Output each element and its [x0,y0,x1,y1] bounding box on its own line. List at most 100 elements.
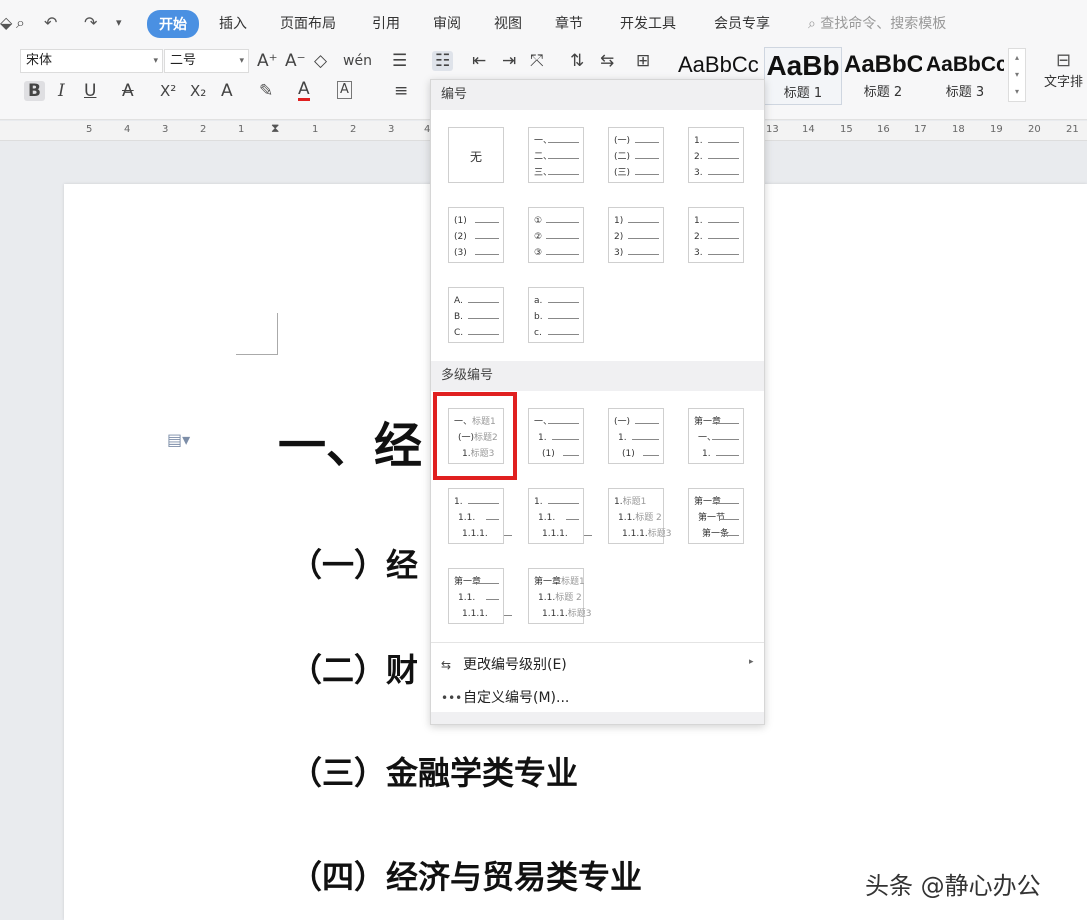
font-color-button[interactable]: A [298,81,310,101]
search-input[interactable]: 查找命令、搜索模板 [820,16,946,32]
multilevel-style-tile[interactable]: 1. 1.1. 1.1.1. [528,488,592,544]
highlight-icon[interactable]: ✎ [259,81,273,101]
text-layout-button[interactable]: ⊟ 文字排 [1044,50,1083,90]
tab-insert[interactable]: 插入 [219,13,247,33]
tile-rule [486,599,499,600]
tile-line: 2. [694,232,703,243]
heading-2[interactable]: （三）金融学类专业 [290,748,578,794]
numbering-style-tile[interactable]: 1. 2. 3. [688,207,744,263]
bullet-list-icon[interactable]: ☰ [392,51,407,71]
tab-chapter[interactable]: 章节 [555,13,583,33]
ruler-tick: 15 [840,124,853,135]
tile-number: 2. [694,232,703,242]
strikethrough-button[interactable]: A [122,81,134,101]
command-search[interactable]: ⌕ 查找命令、搜索模板 [808,13,946,33]
tile-line: 1.标题1 [614,497,646,508]
shrink-font-icon[interactable]: A⁻ [285,51,306,71]
heading-2[interactable]: （一）经 [290,540,418,586]
multilevel-style-tile[interactable]: 一、 1. (1) [528,408,584,464]
font-name-select[interactable]: 宋体 ▾ [20,49,163,73]
more-icon[interactable]: ▾ [116,16,122,29]
numbering-style-tile[interactable]: A. B. C. [448,287,504,343]
style-gallery-scroll[interactable]: ▴ ▾ ▾ [1008,48,1026,102]
tile-line: 1.1. [454,593,475,604]
text-effect-button[interactable]: A [221,81,233,101]
align-left-icon[interactable]: ≡ [394,81,408,101]
redo-icon[interactable]: ↷ [84,13,97,32]
tab-developer[interactable]: 开发工具 [620,13,676,33]
clear-format-icon[interactable]: ◇ [314,51,327,71]
tile-line: (1) [534,449,555,460]
numbering-none-tile[interactable]: 无 [448,127,504,183]
ruler-tick: 4 [124,124,131,135]
subscript-button[interactable]: X₂ [190,81,206,101]
tile-rule [548,174,579,175]
numbering-style-tile[interactable]: 1) 2) 3) [608,207,664,263]
ruler-tick: 16 [877,124,890,135]
font-size-select[interactable]: 二号 ▾ [164,49,249,73]
tile-number: 三、 [534,168,553,178]
tile-number: C. [454,328,464,338]
tile-rule [584,535,592,536]
tab-member[interactable]: 会员专享 [714,13,770,33]
tile-rule [708,254,739,255]
pinyin-guide-icon[interactable]: wén [343,51,372,71]
table-icon[interactable]: ⊞ [636,51,650,71]
heading-2[interactable]: （四）经济与贸易类专业 [290,852,642,898]
tile-rule [716,455,739,456]
numbering-style-tile[interactable]: (一) (二) (三) [608,127,664,183]
tile-rule [468,302,499,303]
multilevel-style-tile[interactable]: 第一章标题1 1.1.标题 2 1.1.1.标题3 [528,568,592,624]
custom-numbering-menu-item[interactable]: •••自定义编号(M)... [441,687,569,707]
tile-line: B. [454,312,463,323]
multilevel-style-tile[interactable]: (一) 1. (1) [608,408,664,464]
tile-number: 1.1.1. [622,529,648,539]
style-heading-1[interactable]: AaBb 标题 1 [764,47,842,105]
sort-icon[interactable]: ⇅ [570,51,584,71]
save-icon[interactable]: ⬙ [0,13,12,32]
tile-rule [635,423,659,424]
tile-rule [635,158,659,159]
tile-line: 1. [694,449,711,460]
multilevel-style-tile[interactable]: 第一章 1.1. 1.1.1. [448,568,512,624]
grow-font-icon[interactable]: A⁺ [257,51,278,71]
multilevel-style-tile[interactable]: 第一章 第一节 第一条 [688,488,744,544]
text-direction-icon[interactable]: ⤧ [530,51,544,71]
increase-indent-icon[interactable]: ⇥ [502,51,516,71]
heading-1[interactable]: 一、经 [278,406,422,476]
underline-button[interactable]: U [84,81,96,101]
tile-number: 1.1. [458,513,476,523]
print-preview-icon[interactable]: ⌕ [16,13,25,33]
heading-2[interactable]: （二）财 [290,645,418,691]
change-level-menu-item[interactable]: ⇆ 更改编号级别(E) [441,654,567,674]
tab-view[interactable]: 视图 [494,13,522,33]
char-border-button[interactable]: A [337,81,352,99]
multilevel-style-tile[interactable]: 第一章 一、 1. [688,408,744,464]
superscript-button[interactable]: X² [160,81,176,101]
paragraph-handle-icon[interactable]: ▤▾ [167,430,190,449]
tab-page-layout[interactable]: 页面布局 [280,13,336,33]
style-heading-3[interactable]: AaBbCc 标题 3 [926,47,1004,105]
tile-number: ② [534,232,543,242]
numbering-style-tile[interactable]: 1. 2. 3. [688,127,744,183]
numbering-style-tile[interactable]: a. b. c. [528,287,584,343]
multilevel-style-tile[interactable]: 1. 1.1. 1.1.1. [448,488,512,544]
numbering-style-tile[interactable]: ① ② ③ [528,207,584,263]
numbered-list-icon[interactable]: ☷ [432,51,454,71]
bold-button[interactable]: B [24,81,45,101]
undo-icon[interactable]: ↶ [44,13,57,32]
tab-references[interactable]: 引用 [372,13,400,33]
style-preview: AaBbCc [926,53,1004,76]
decrease-indent-icon[interactable]: ⇤ [472,51,486,71]
numbering-style-tile[interactable]: 一、 二、 三、 [528,127,584,183]
multilevel-style-tile[interactable]: 1.标题1 1.1.标题 2 1.1.1.标题3 [608,488,672,544]
tab-home[interactable]: 开始 [147,10,199,38]
style-heading-2[interactable]: AaBbC 标题 2 [844,47,922,105]
ruler-tick: 18 [952,124,965,135]
numbering-style-tile[interactable]: (1) (2) (3) [448,207,504,263]
paragraph-mark-icon[interactable]: ⇆ [600,51,614,71]
tile-rule [708,238,739,239]
italic-button[interactable]: I [58,81,65,101]
indent-marker-icon[interactable]: ⧗ [271,121,279,136]
tab-review[interactable]: 审阅 [433,13,461,33]
